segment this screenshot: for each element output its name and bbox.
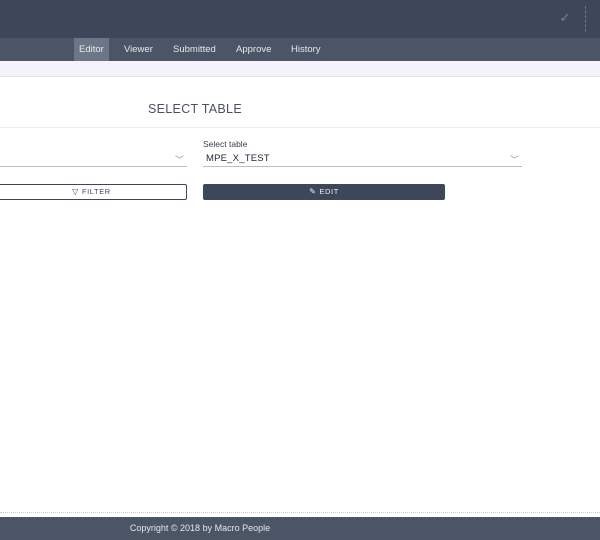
copyright-text: Copyright © 2018 by Macro People xyxy=(129,523,271,533)
page-title: SELECT TABLE xyxy=(148,102,242,116)
tab-viewer[interactable]: Viewer xyxy=(119,38,158,61)
table-select[interactable]: MPE_X_TEST ﹀ xyxy=(203,151,522,167)
tab-approve[interactable]: Approve xyxy=(231,38,276,61)
app-footer: Copyright © 2018 by Macro People xyxy=(0,517,600,540)
tab-history[interactable]: History xyxy=(286,38,326,61)
title-divider xyxy=(0,127,600,128)
filter-icon: ▽ xyxy=(72,187,79,196)
edit-button-label: EDIT xyxy=(319,187,339,196)
filter-button-label: FILTER xyxy=(81,187,111,196)
chevron-down-icon: ﹀ xyxy=(509,155,519,165)
edit-button[interactable]: ✎ EDIT xyxy=(203,184,445,200)
table-select-label: Select table xyxy=(203,139,248,149)
app-header: ✓ xyxy=(0,0,600,38)
header-divider xyxy=(585,6,586,32)
tab-editor[interactable]: Editor xyxy=(74,38,109,61)
footer-divider xyxy=(0,512,600,513)
main-nav: Editor Viewer Submitted Approve History xyxy=(0,38,600,61)
table-select-value: MPE_X_TEST xyxy=(206,153,270,164)
filter-button[interactable]: ▽ FILTER xyxy=(0,184,187,200)
check-icon[interactable]: ✓ xyxy=(556,9,574,27)
edit-icon: ✎ xyxy=(309,187,317,196)
tab-submitted[interactable]: Submitted xyxy=(168,38,221,61)
library-select[interactable]: ﹀ xyxy=(0,151,187,167)
chevron-down-icon: ﹀ xyxy=(174,155,184,165)
sub-header-bar xyxy=(0,61,600,77)
